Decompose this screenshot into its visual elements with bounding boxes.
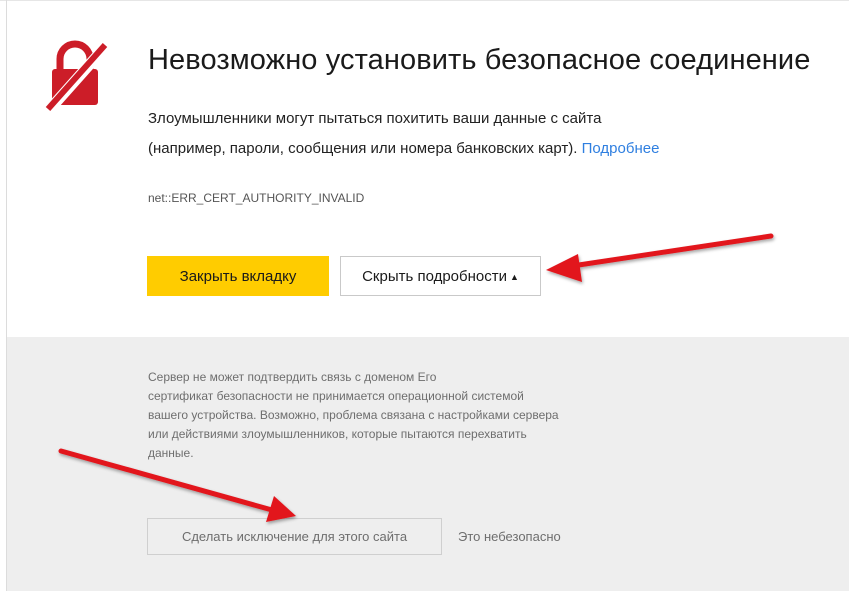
details-line: вашего устройства. Возможно, проблема св… [148, 408, 559, 422]
error-page: Невозможно установить безопасное соедине… [0, 0, 849, 591]
details-line: Сервер не может подтвердить связь с доме… [148, 370, 437, 384]
top-divider [0, 0, 849, 1]
close-tab-button[interactable]: Закрыть вкладку [147, 256, 329, 296]
details-line: данные. [148, 446, 194, 460]
hide-details-label: Скрыть подробности [362, 267, 507, 285]
details-line: сертификат безопасности не принимается о… [148, 389, 524, 403]
arrow-to-hide-details [546, 233, 774, 282]
details-line: или действиями злоумышленников, которые … [148, 427, 527, 441]
more-info-link[interactable]: Подробнее [582, 140, 660, 157]
broken-lock-icon [44, 40, 110, 112]
page-title: Невозможно установить безопасное соедине… [148, 44, 811, 76]
caret-up-icon: ▲ [510, 271, 519, 282]
error-description: Злоумышленники могут пытаться похитить в… [148, 104, 788, 164]
unsafe-warning-label: Это небезопасно [458, 529, 561, 544]
details-text: Сервер не может подтвердить связь с доме… [148, 368, 648, 463]
description-line: Злоумышленники могут пытаться похитить в… [148, 110, 602, 127]
error-code: net::ERR_CERT_AUTHORITY_INVALID [148, 191, 365, 205]
add-exception-button[interactable]: Сделать исключение для этого сайта [147, 518, 442, 555]
hide-details-button[interactable]: Скрыть подробности ▲ [340, 256, 541, 296]
description-line: (например, пароли, сообщения или номера … [148, 134, 788, 164]
description-text: (например, пароли, сообщения или номера … [148, 140, 578, 157]
